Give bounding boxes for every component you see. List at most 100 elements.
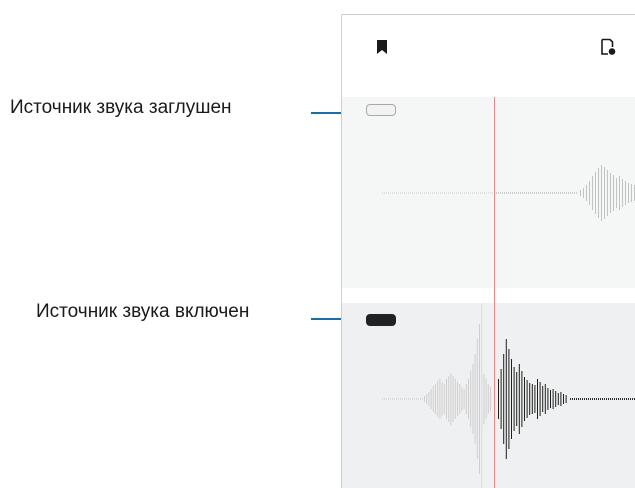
waveform-bar (482, 192, 483, 194)
waveform-bar (570, 192, 571, 194)
waveform-bar (505, 339, 507, 459)
waveform-bar (460, 192, 461, 194)
waveform-bar (610, 173, 611, 213)
waveform-bar (422, 398, 423, 400)
waveform-bar (500, 369, 502, 429)
waveform-bar (394, 398, 395, 400)
waveform-bar (478, 192, 479, 194)
waveform-bar (503, 354, 505, 444)
waveform-bar (547, 388, 549, 410)
waveform-bar (572, 398, 573, 400)
waveform-bar (437, 381, 439, 417)
waveform-bar (632, 398, 633, 400)
waveform-bar (487, 384, 489, 414)
waveform-bar (518, 364, 520, 434)
waveform-bar (508, 349, 510, 449)
waveform-bar (384, 398, 385, 400)
waveform-bar (588, 398, 589, 400)
waveform-bar (483, 374, 485, 424)
waveform-bar (540, 192, 541, 194)
waveform-bar (416, 192, 417, 194)
waveform-bar (448, 376, 450, 422)
waveform-bar (396, 398, 397, 400)
waveform-bar (534, 385, 536, 413)
waveform-bar (384, 192, 385, 194)
waveform-bar (563, 394, 564, 404)
waveform-bar (539, 382, 541, 416)
waveform-bar (492, 192, 493, 194)
waveform-bar (414, 398, 415, 400)
waveform-bar (598, 398, 599, 400)
waveform-bar (610, 398, 611, 400)
waveform-bar (430, 192, 431, 194)
waveform-bar (546, 192, 547, 194)
waveform-bar (442, 192, 443, 194)
waveform-bar (589, 181, 590, 205)
waveform-bar (444, 192, 445, 194)
waveform-bar (555, 391, 557, 407)
waveform-bar (560, 192, 561, 194)
waveform-bar (574, 398, 575, 400)
waveform-bar (542, 192, 543, 194)
waveform-bar (454, 192, 455, 194)
bookmark-icon[interactable] (376, 39, 388, 60)
waveform-bar (512, 192, 513, 194)
waveform-bar (434, 192, 435, 194)
waveform-bar (390, 192, 391, 194)
waveform-bar (459, 384, 461, 414)
playhead[interactable] (494, 97, 495, 488)
waveform-bar (382, 398, 383, 400)
waveform-bar (432, 192, 433, 194)
waveform-bar (418, 192, 419, 194)
waveform-bar (570, 398, 571, 400)
waveform-bar (628, 398, 629, 400)
waveform-bar (565, 395, 567, 403)
waveform-bar (443, 384, 445, 414)
waveform-bar (404, 398, 405, 400)
waveform-bar (529, 383, 531, 415)
waveform-bar (586, 185, 587, 201)
bookmark-list-icon[interactable] (600, 38, 616, 61)
waveform-bar (516, 372, 518, 426)
waveform-bar (428, 392, 430, 406)
waveform-bar (430, 389, 432, 409)
waveform-bar (468, 379, 469, 419)
waveform-bar (436, 192, 437, 194)
waveform-bar (518, 192, 519, 194)
waveform-bar (513, 367, 515, 431)
waveform-bar (450, 373, 452, 425)
waveform-bar (402, 192, 403, 194)
waveform-bar (388, 398, 389, 400)
waveform-bar (416, 398, 417, 400)
waveform-bar (626, 398, 627, 400)
waveform-bar (456, 192, 457, 194)
waveform-bar (388, 192, 389, 194)
waveform-bar (441, 382, 443, 416)
waveform-bar (457, 382, 458, 416)
waveform-bar (606, 398, 607, 400)
waveform-bar (604, 398, 605, 400)
waveform-bar (550, 390, 551, 408)
waveform-bar (450, 192, 451, 194)
waveform-bar (424, 396, 425, 402)
waveform-bar (420, 398, 421, 400)
waveform-bar (516, 192, 517, 194)
waveform-bar (480, 192, 481, 194)
waveform-bar (502, 192, 503, 194)
waveform-bar (625, 181, 626, 205)
waveform-bar (486, 192, 487, 194)
waveform-bar (524, 192, 525, 194)
waveform-bar (598, 168, 599, 218)
waveform-bar (596, 398, 597, 400)
waveform-bar (452, 192, 453, 194)
waveform-bar (582, 398, 583, 400)
waveform-bar (458, 192, 459, 194)
waveform-bar (612, 398, 613, 400)
waveform-bar (532, 192, 533, 194)
waveform-bar (485, 379, 487, 419)
waveform-bar (476, 339, 478, 459)
waveform-bar (607, 170, 608, 216)
waveform-bar (604, 167, 605, 219)
waveform-bar (590, 398, 591, 400)
waveform-bar (508, 192, 509, 194)
